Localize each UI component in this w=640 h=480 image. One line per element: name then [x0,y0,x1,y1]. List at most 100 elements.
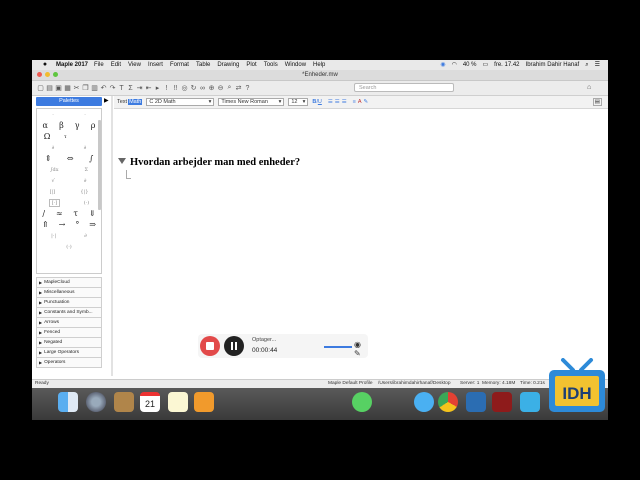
leftright-arrow-icon[interactable]: ⇔ [67,154,74,163]
cut-icon[interactable]: ✂ [72,84,81,92]
search-input[interactable]: Search [354,83,454,92]
arrow-icon[interactable]: ⇄ [234,84,243,92]
help-icon[interactable]: ? [243,85,252,92]
palette-symbol-icon[interactable]: √ [52,178,55,184]
size-select[interactable]: 12 ▾ [288,98,309,106]
menu-tools[interactable]: Tools [264,60,278,70]
finder-icon[interactable] [58,392,78,412]
indent-icon[interactable]: ⇥ [135,84,144,92]
stop-recording-button[interactable] [200,336,220,356]
palette-symbol-icon[interactable]: (·) [66,244,72,250]
search-icon[interactable]: ⌕ [585,60,588,70]
battery-icon[interactable]: ▭ [483,60,489,70]
palette-symbol-icon[interactable]: ∫dx [50,167,59,173]
messages-icon[interactable] [352,392,372,412]
volume-slider[interactable] [324,346,352,348]
tau-small-icon[interactable]: τ [64,134,67,140]
chrome-icon[interactable] [438,392,458,412]
menu-edit[interactable]: Edit [111,60,121,70]
save-icon[interactable]: ▣ [54,84,63,92]
section-large-operators[interactable]: ▶ Large Operators [36,348,102,358]
palettes-header[interactable]: Palettes [36,97,102,106]
menu-window[interactable]: Window [285,60,306,70]
section-heading[interactable]: Hvordan arbejder man med enheder? [130,157,300,168]
section-operators[interactable]: ▶ Operators [36,358,102,368]
maple-icon[interactable] [466,392,486,412]
calendar-icon[interactable]: 21 [140,392,160,412]
section-collapse-icon[interactable] [118,158,126,164]
books-icon[interactable] [194,392,214,412]
launchpad-icon[interactable] [86,392,106,412]
minimize-button[interactable] [45,72,50,77]
math-mode-button[interactable]: Math [128,99,143,105]
palette-scrollbar[interactable] [98,120,101,210]
safari-icon[interactable] [414,392,434,412]
underline-icon[interactable]: U [318,99,322,105]
close-button[interactable] [37,72,42,77]
redo-icon[interactable]: ↷ [108,84,117,92]
section-icon[interactable]: ▸ [153,84,162,92]
list-icon[interactable]: ≡ [353,99,356,105]
panel-divider[interactable] [111,96,113,376]
execute-all-icon[interactable]: ‼ [171,85,180,92]
zoom-out-icon[interactable]: ⊖ [216,84,225,92]
section-punctuation[interactable]: ▶ Punctuation [36,298,102,308]
notification-icon[interactable]: ☰ [595,60,600,70]
omega-icon[interactable]: Ω [44,132,51,141]
new-document-icon[interactable]: ▢ [36,84,45,92]
updown-arrow-icon[interactable]: ⇕ [45,154,52,163]
palette-symbol-icon[interactable]: · [84,112,86,118]
copy-icon[interactable]: ❐ [81,84,90,92]
link-icon[interactable]: ∞ [198,85,207,92]
outdent-icon[interactable]: ⇤ [144,84,153,92]
undo-icon[interactable]: ↶ [99,84,108,92]
integral-icon[interactable]: ∫ [89,154,93,163]
stop-icon[interactable]: ◎ [180,84,189,92]
right-arrow-icon[interactable]: → [59,220,66,229]
menu-help[interactable]: Help [313,60,325,70]
menu-plot[interactable]: Plot [246,60,256,70]
approx-icon[interactable]: ≈ [56,209,63,218]
format-options-icon[interactable]: ▤ [592,98,602,106]
acrobat-icon[interactable] [492,392,512,412]
menu-insert[interactable]: Insert [148,60,163,70]
palette-symbol-icon[interactable]: ∂ [52,145,55,151]
camera-icon[interactable]: ◉ [354,340,361,349]
up-arrow-icon[interactable]: ⇑ [42,220,49,229]
down-arrow-icon[interactable]: ⇓ [89,209,96,218]
home-icon[interactable]: ⌂ [587,84,591,91]
palette-symbol-icon[interactable]: ∂ [84,178,87,184]
pause-recording-button[interactable] [224,336,244,356]
align-center-icon[interactable]: ☰ [335,99,340,105]
zoom-in-icon[interactable]: ⊕ [207,84,216,92]
palette-symbol-icon[interactable]: (·) [84,200,90,206]
section-constants[interactable]: ▶ Constants and Symb... [36,308,102,318]
palette-symbol-icon[interactable]: [·] [48,198,61,207]
notes-app-icon[interactable] [114,392,134,412]
section-arrows[interactable]: ▶ Arrows [36,318,102,328]
menu-drawing[interactable]: Drawing [217,60,239,70]
implies-icon[interactable]: ⇒ [89,220,96,229]
palette-symbol-icon[interactable]: [|] [50,189,56,195]
section-maplecloud[interactable]: ▶ MapleCloud [36,277,102,288]
zoom-button[interactable] [53,72,58,77]
highlight-icon[interactable]: ✎ [364,99,369,105]
palette-symbol-icon[interactable]: {|} [80,189,88,195]
slash-icon[interactable]: / [42,209,45,218]
tau-icon[interactable]: τ [74,209,78,218]
text-mode-button[interactable]: Text [117,99,127,105]
palette-symbol-icon[interactable]: · [52,112,54,118]
font-select[interactable]: Times New Roman ▾ [218,98,285,106]
paste-icon[interactable]: ▥ [90,84,99,92]
font-color-icon[interactable]: A [358,99,362,105]
menu-format[interactable]: Format [170,60,189,70]
degree-icon[interactable]: ° [75,220,79,229]
menu-file[interactable]: File [94,60,104,70]
zoom-icon[interactable]: ⌕ [225,84,234,92]
palettes-expand-icon[interactable]: ▶ [104,97,109,104]
stickies-icon[interactable] [168,392,188,412]
align-left-icon[interactable]: ☰ [328,99,333,105]
section-negated[interactable]: ▶ Negated [36,338,102,348]
record-status-icon[interactable]: ◉ [440,60,445,70]
pen-icon[interactable]: ✎ [354,349,361,358]
